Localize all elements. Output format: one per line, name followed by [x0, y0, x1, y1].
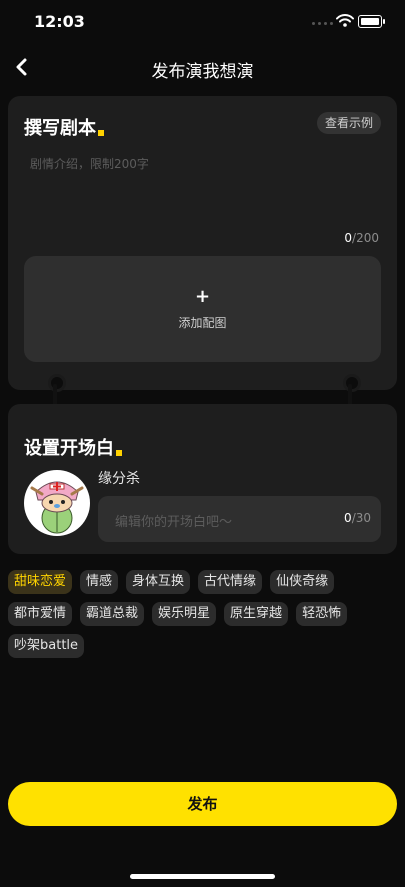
- tag-chip[interactable]: 轻恐怖: [296, 602, 348, 626]
- tag-chip[interactable]: 身体互换: [126, 570, 191, 594]
- page-title: 发布演我想演: [151, 62, 254, 82]
- tag-chip[interactable]: 都市爱情: [8, 602, 73, 626]
- tag-chip[interactable]: 仙侠奇缘: [270, 570, 335, 594]
- tag-chip[interactable]: 甜味恋爱: [8, 570, 73, 594]
- opening-line-input[interactable]: 编辑你的开场白吧～ 0/30: [98, 496, 381, 542]
- tag-chip[interactable]: 娱乐明星: [152, 602, 217, 626]
- opening-section-title: 设置开场白: [24, 434, 122, 460]
- status-bar: 12:03: [0, 0, 405, 44]
- tag-chip[interactable]: 情感: [80, 570, 119, 594]
- plus-icon: +: [194, 286, 211, 307]
- tag-chip[interactable]: 吵架battle: [8, 634, 85, 658]
- script-input[interactable]: 剧情介绍，限制200字: [30, 155, 149, 172]
- avatar-illustration: [30, 481, 84, 534]
- binder-ring-left-top: [48, 374, 66, 392]
- script-section-title: 撰写剧本: [24, 114, 104, 140]
- binder-ring-right-top: [343, 374, 361, 392]
- opening-line-placeholder: 编辑你的开场白吧～: [115, 515, 233, 530]
- title-accent-dot: [98, 130, 104, 136]
- wifi-icon: [336, 14, 354, 27]
- view-example-button[interactable]: 查看示例: [316, 112, 381, 134]
- title-accent-dot: [116, 450, 122, 456]
- script-char-counter: 0/200: [344, 231, 379, 245]
- tag-chip[interactable]: 霸道总裁: [80, 602, 145, 626]
- script-card: 撰写剧本 查看示例 剧情介绍，限制200字 0/200 + 添加配图: [8, 96, 397, 390]
- tag-chip[interactable]: 原生穿越: [224, 602, 289, 626]
- add-image-label: 添加配图: [178, 316, 227, 330]
- opening-char-counter: 0/30: [344, 511, 371, 525]
- cellular-signal-icon: [312, 22, 333, 25]
- battery-icon: [358, 15, 385, 28]
- opening-line-card: 设置开场白 缘分杀 编辑你的开场白吧～ 0/30: [8, 404, 397, 554]
- status-time: 12:03: [34, 12, 85, 31]
- publish-button[interactable]: 发布: [8, 782, 397, 826]
- character-name: 缘分杀: [98, 471, 140, 487]
- tag-list: 甜味恋爱 情感 身体互换 古代情缘 仙侠奇缘都市爱情 霸道总裁 娱乐明星 原生穿越 轻恐怖吵架b…: [8, 570, 397, 658]
- add-image-button[interactable]: + 添加配图: [24, 256, 381, 362]
- home-indicator: [130, 874, 275, 879]
- nav-bar: 发布演我想演: [0, 48, 405, 88]
- tag-chip[interactable]: 古代情缘: [198, 570, 263, 594]
- character-avatar[interactable]: [24, 470, 90, 536]
